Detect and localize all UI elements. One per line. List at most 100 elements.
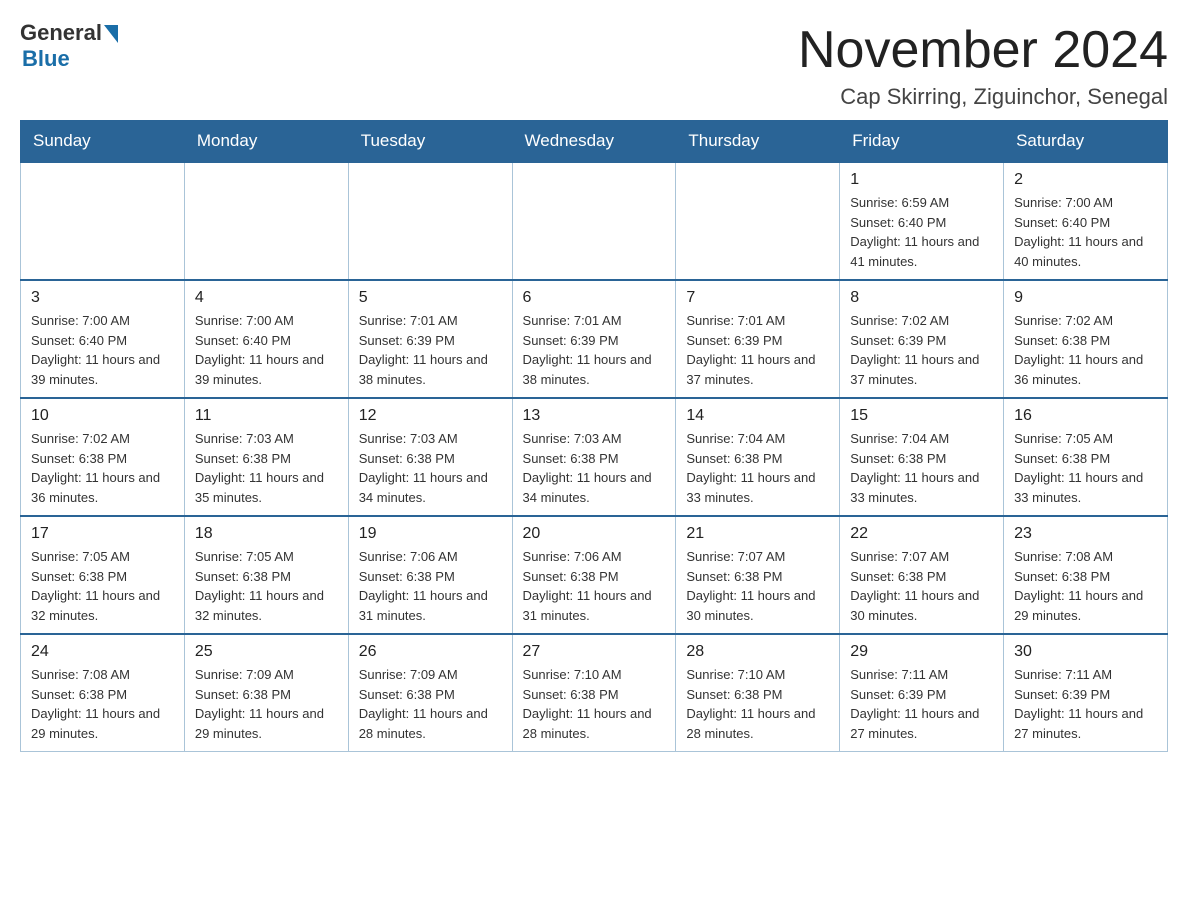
- day-info: Sunrise: 7:11 AMSunset: 6:39 PMDaylight:…: [1014, 665, 1157, 743]
- day-cell: 12Sunrise: 7:03 AMSunset: 6:38 PMDayligh…: [348, 398, 512, 516]
- day-info: Sunrise: 7:10 AMSunset: 6:38 PMDaylight:…: [686, 665, 829, 743]
- day-cell: 8 Sunrise: 7:02 AMSunset: 6:39 PMDaylight…: [840, 280, 1004, 398]
- day-number: 22: [850, 525, 993, 543]
- week-row-4: 17 Sunrise: 7:05 AMSunset: 6:38 PMDayligh…: [21, 516, 1168, 634]
- day-cell: 28 Sunrise: 7:10 AMSunset: 6:38 PMDayligh…: [676, 634, 840, 752]
- logo-blue-text: Blue: [22, 46, 70, 72]
- day-info: Sunrise: 6:59 AMSunset: 6:40 PMDaylight:…: [850, 193, 993, 271]
- day-cell: 23Sunrise: 7:08 AMSunset: 6:38 PMDayligh…: [1004, 516, 1168, 634]
- day-cell: 29Sunrise: 7:11 AMSunset: 6:39 PMDayligh…: [840, 634, 1004, 752]
- day-cell: 25Sunrise: 7:09 AMSunset: 6:38 PMDayligh…: [184, 634, 348, 752]
- day-cell: 10 Sunrise: 7:02 AMSunset: 6:38 PMDayligh…: [21, 398, 185, 516]
- day-info: Sunrise: 7:06 AMSunset: 6:38 PMDaylight:…: [359, 547, 502, 625]
- column-header-tuesday: Tuesday: [348, 121, 512, 163]
- logo: General Blue: [20, 20, 118, 72]
- day-number: 21: [686, 525, 829, 543]
- day-cell: [21, 162, 185, 280]
- day-info: Sunrise: 7:10 AMSunset: 6:38 PMDaylight:…: [523, 665, 666, 743]
- day-cell: 4 Sunrise: 7:00 AMSunset: 6:40 PMDaylight…: [184, 280, 348, 398]
- day-cell: 5 Sunrise: 7:01 AMSunset: 6:39 PMDaylight…: [348, 280, 512, 398]
- calendar-table: SundayMondayTuesdayWednesdayThursdayFrid…: [20, 120, 1168, 752]
- day-info: Sunrise: 7:03 AMSunset: 6:38 PMDaylight:…: [359, 429, 502, 507]
- week-row-5: 24 Sunrise: 7:08 AMSunset: 6:38 PMDayligh…: [21, 634, 1168, 752]
- day-cell: 9Sunrise: 7:02 AMSunset: 6:38 PMDaylight…: [1004, 280, 1168, 398]
- day-number: 18: [195, 525, 338, 543]
- day-info: Sunrise: 7:02 AMSunset: 6:39 PMDaylight:…: [850, 311, 993, 389]
- main-title: November 2024: [798, 20, 1168, 80]
- day-cell: 7 Sunrise: 7:01 AMSunset: 6:39 PMDaylight…: [676, 280, 840, 398]
- column-header-monday: Monday: [184, 121, 348, 163]
- day-cell: 17Sunrise: 7:05 AMSunset: 6:38 PMDayligh…: [21, 516, 185, 634]
- day-cell: 30 Sunrise: 7:11 AMSunset: 6:39 PMDayligh…: [1004, 634, 1168, 752]
- day-cell: 20Sunrise: 7:06 AMSunset: 6:38 PMDayligh…: [512, 516, 676, 634]
- day-info: Sunrise: 7:00 AMSunset: 6:40 PMDaylight:…: [1014, 193, 1157, 271]
- day-cell: 26 Sunrise: 7:09 AMSunset: 6:38 PMDayligh…: [348, 634, 512, 752]
- week-row-1: 1 Sunrise: 6:59 AMSunset: 6:40 PMDaylight…: [21, 162, 1168, 280]
- day-number: 3: [31, 289, 174, 307]
- day-number: 30: [1014, 643, 1157, 661]
- day-number: 9: [1014, 289, 1157, 307]
- day-number: 27: [523, 643, 666, 661]
- day-info: Sunrise: 7:05 AMSunset: 6:38 PMDaylight:…: [195, 547, 338, 625]
- day-number: 10: [31, 407, 174, 425]
- day-cell: 3Sunrise: 7:00 AMSunset: 6:40 PMDaylight…: [21, 280, 185, 398]
- day-number: 2: [1014, 171, 1157, 189]
- day-number: 13: [523, 407, 666, 425]
- day-number: 24: [31, 643, 174, 661]
- title-block: November 2024 Cap Skirring, Ziguinchor, …: [798, 20, 1168, 110]
- column-header-friday: Friday: [840, 121, 1004, 163]
- day-cell: [184, 162, 348, 280]
- day-cell: 1 Sunrise: 6:59 AMSunset: 6:40 PMDaylight…: [840, 162, 1004, 280]
- day-info: Sunrise: 7:03 AMSunset: 6:38 PMDaylight:…: [523, 429, 666, 507]
- day-info: Sunrise: 7:07 AMSunset: 6:38 PMDaylight:…: [686, 547, 829, 625]
- day-info: Sunrise: 7:09 AMSunset: 6:38 PMDaylight:…: [359, 665, 502, 743]
- day-number: 20: [523, 525, 666, 543]
- day-info: Sunrise: 7:05 AMSunset: 6:38 PMDaylight:…: [1014, 429, 1157, 507]
- day-info: Sunrise: 7:08 AMSunset: 6:38 PMDaylight:…: [31, 665, 174, 743]
- column-header-sunday: Sunday: [21, 121, 185, 163]
- day-cell: 14 Sunrise: 7:04 AMSunset: 6:38 PMDayligh…: [676, 398, 840, 516]
- day-number: 11: [195, 407, 338, 425]
- day-number: 26: [359, 643, 502, 661]
- day-cell: [348, 162, 512, 280]
- day-number: 29: [850, 643, 993, 661]
- day-cell: 19 Sunrise: 7:06 AMSunset: 6:38 PMDayligh…: [348, 516, 512, 634]
- day-cell: 21 Sunrise: 7:07 AMSunset: 6:38 PMDayligh…: [676, 516, 840, 634]
- day-number: 16: [1014, 407, 1157, 425]
- day-number: 19: [359, 525, 502, 543]
- day-info: Sunrise: 7:02 AMSunset: 6:38 PMDaylight:…: [31, 429, 174, 507]
- day-cell: 13 Sunrise: 7:03 AMSunset: 6:38 PMDayligh…: [512, 398, 676, 516]
- day-cell: [512, 162, 676, 280]
- day-number: 4: [195, 289, 338, 307]
- day-cell: 11 Sunrise: 7:03 AMSunset: 6:38 PMDayligh…: [184, 398, 348, 516]
- day-cell: 16 Sunrise: 7:05 AMSunset: 6:38 PMDayligh…: [1004, 398, 1168, 516]
- day-number: 14: [686, 407, 829, 425]
- day-number: 7: [686, 289, 829, 307]
- day-info: Sunrise: 7:01 AMSunset: 6:39 PMDaylight:…: [686, 311, 829, 389]
- day-info: Sunrise: 7:03 AMSunset: 6:38 PMDaylight:…: [195, 429, 338, 507]
- day-info: Sunrise: 7:07 AMSunset: 6:38 PMDaylight:…: [850, 547, 993, 625]
- day-info: Sunrise: 7:00 AMSunset: 6:40 PMDaylight:…: [195, 311, 338, 389]
- calendar-header-row: SundayMondayTuesdayWednesdayThursdayFrid…: [21, 121, 1168, 163]
- day-cell: 15 Sunrise: 7:04 AMSunset: 6:38 PMDayligh…: [840, 398, 1004, 516]
- week-row-2: 3 Sunrise: 7:00 AMSunset: 6:40 PMDaylight…: [21, 280, 1168, 398]
- day-info: Sunrise: 7:04 AMSunset: 6:38 PMDaylight:…: [850, 429, 993, 507]
- day-cell: 6Sunrise: 7:01 AMSunset: 6:39 PMDaylight…: [512, 280, 676, 398]
- logo-general-text: General: [20, 20, 102, 46]
- day-info: Sunrise: 7:01 AMSunset: 6:39 PMDaylight:…: [359, 311, 502, 389]
- day-number: 1: [850, 171, 993, 189]
- day-cell: 2 Sunrise: 7:00 AMSunset: 6:40 PMDaylight…: [1004, 162, 1168, 280]
- day-number: 17: [31, 525, 174, 543]
- column-header-wednesday: Wednesday: [512, 121, 676, 163]
- column-header-saturday: Saturday: [1004, 121, 1168, 163]
- week-row-3: 10 Sunrise: 7:02 AMSunset: 6:38 PMDayligh…: [21, 398, 1168, 516]
- day-cell: [676, 162, 840, 280]
- day-info: Sunrise: 7:04 AMSunset: 6:38 PMDaylight:…: [686, 429, 829, 507]
- day-number: 8: [850, 289, 993, 307]
- day-number: 5: [359, 289, 502, 307]
- column-header-thursday: Thursday: [676, 121, 840, 163]
- day-number: 28: [686, 643, 829, 661]
- day-info: Sunrise: 7:09 AMSunset: 6:38 PMDaylight:…: [195, 665, 338, 743]
- logo-triangle-icon: [104, 25, 118, 43]
- day-number: 15: [850, 407, 993, 425]
